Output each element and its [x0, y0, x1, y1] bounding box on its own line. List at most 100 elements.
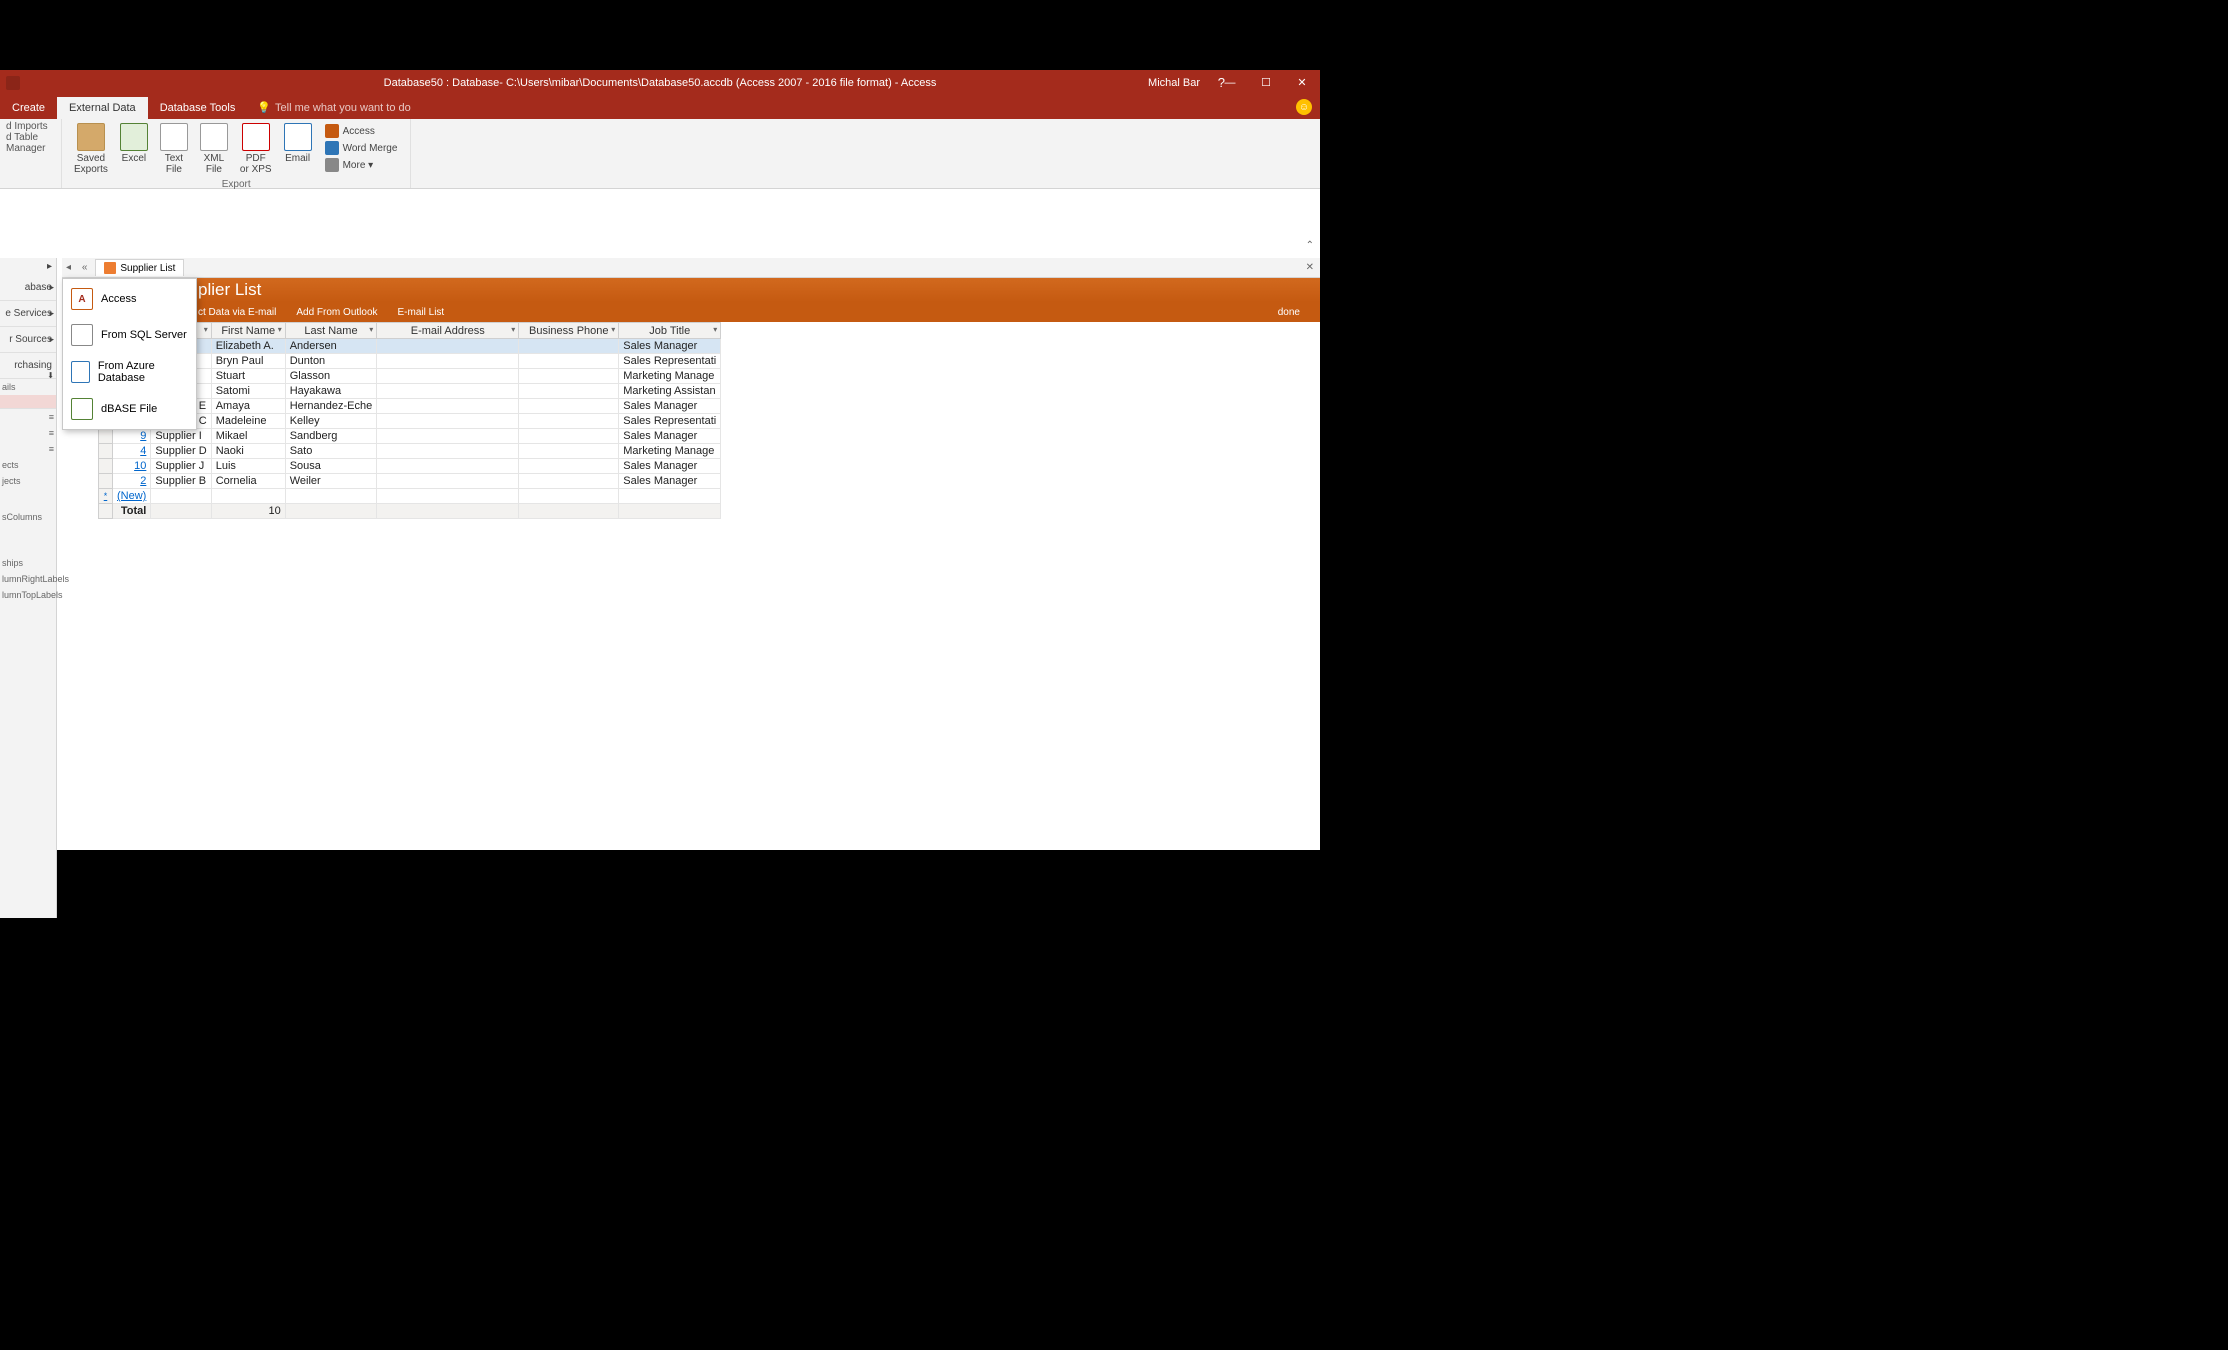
- cell-last-name[interactable]: Kelley: [285, 414, 377, 429]
- row-selector[interactable]: [99, 474, 113, 489]
- nav-item-selected[interactable]: [0, 395, 56, 409]
- cell-last-name[interactable]: Andersen: [285, 339, 377, 354]
- export-text-button[interactable]: Text File: [154, 121, 194, 177]
- cell-phone[interactable]: [519, 444, 619, 459]
- cell-job-title[interactable]: Marketing Manage: [619, 369, 721, 384]
- column-job-title[interactable]: Job Title▾: [619, 323, 721, 339]
- linked-table-manager-button[interactable]: d Table Manager: [6, 132, 55, 154]
- cell-email[interactable]: [377, 429, 519, 444]
- cell-job-title[interactable]: Sales Manager: [619, 339, 721, 354]
- export-excel-button[interactable]: Excel: [114, 121, 154, 177]
- maximize-button[interactable]: ☐: [1248, 70, 1284, 95]
- tab-external-data[interactable]: External Data: [57, 97, 148, 119]
- cell-id[interactable]: 9: [113, 429, 151, 444]
- table-row[interactable]: 9Supplier IMikaelSandbergSales Manager: [99, 429, 721, 444]
- email-list-link[interactable]: E-mail List: [398, 307, 445, 318]
- tab-database-tools[interactable]: Database Tools: [148, 97, 248, 119]
- nav-group-database[interactable]: abase▸: [0, 275, 56, 301]
- column-email[interactable]: E-mail Address▾: [377, 323, 519, 339]
- cell-email[interactable]: [377, 384, 519, 399]
- collapse-ribbon-icon[interactable]: ⌃: [1306, 240, 1314, 251]
- row-selector[interactable]: [99, 429, 113, 444]
- nav-item-toplabels[interactable]: lumnTopLabels: [0, 587, 56, 603]
- collect-data-link[interactable]: ct Data via E-mail: [198, 307, 276, 318]
- cell-last-name[interactable]: Sato: [285, 444, 377, 459]
- export-pdf-button[interactable]: PDF or XPS: [234, 121, 278, 177]
- column-last-name[interactable]: Last Name▾: [285, 323, 377, 339]
- nav-item-rightlabels[interactable]: lumnRightLabels: [0, 571, 56, 587]
- cell-id[interactable]: 2: [113, 474, 151, 489]
- username[interactable]: Michal Bar: [1148, 77, 1200, 89]
- new-record-row[interactable]: *(New): [99, 489, 721, 504]
- cell-first-name[interactable]: Naoki: [211, 444, 285, 459]
- word-merge-button[interactable]: Word Merge: [322, 140, 401, 156]
- cell-first-name[interactable]: Luis: [211, 459, 285, 474]
- cell-last-name[interactable]: Sandberg: [285, 429, 377, 444]
- cell-last-name[interactable]: Weiler: [285, 474, 377, 489]
- export-email-button[interactable]: Email: [278, 121, 318, 177]
- close-tab-icon[interactable]: ✕: [1306, 262, 1314, 273]
- cell-company[interactable]: Supplier J: [151, 459, 211, 474]
- cell-last-name[interactable]: Glasson: [285, 369, 377, 384]
- column-first-name[interactable]: First Name▾: [211, 323, 285, 339]
- cell-first-name[interactable]: Elizabeth A.: [211, 339, 285, 354]
- cell-email[interactable]: [377, 444, 519, 459]
- cell-first-name[interactable]: Amaya: [211, 399, 285, 414]
- export-xml-button[interactable]: XML File: [194, 121, 234, 177]
- cell-id[interactable]: 4: [113, 444, 151, 459]
- cell-phone[interactable]: [519, 474, 619, 489]
- column-business-phone[interactable]: Business Phone▾: [519, 323, 619, 339]
- cell-job-title[interactable]: Marketing Assistan: [619, 384, 721, 399]
- cell-email[interactable]: [377, 414, 519, 429]
- nav-expand-arrow-icon[interactable]: ▸: [47, 261, 52, 272]
- add-from-outlook-link[interactable]: Add From Outlook: [296, 307, 377, 318]
- cell-first-name[interactable]: Stuart: [211, 369, 285, 384]
- cell-last-name[interactable]: Hernandez-Eche: [285, 399, 377, 414]
- cell-company[interactable]: Supplier I: [151, 429, 211, 444]
- cell-job-title[interactable]: Marketing Manage: [619, 444, 721, 459]
- cell-last-name[interactable]: Dunton: [285, 354, 377, 369]
- cell-job-title[interactable]: Sales Representati: [619, 354, 721, 369]
- cell-first-name[interactable]: Bryn Paul: [211, 354, 285, 369]
- cell-email[interactable]: [377, 369, 519, 384]
- import-azure-item[interactable]: From Azure Database: [63, 353, 196, 391]
- import-dbase-item[interactable]: dBASE File: [63, 391, 196, 427]
- export-more-button[interactable]: More ▾: [322, 157, 401, 173]
- cell-phone[interactable]: [519, 384, 619, 399]
- cell-last-name[interactable]: Hayakawa: [285, 384, 377, 399]
- cell-job-title[interactable]: Sales Manager: [619, 459, 721, 474]
- cell-email[interactable]: [377, 339, 519, 354]
- minimize-button[interactable]: —: [1212, 70, 1248, 95]
- cell-phone[interactable]: [519, 354, 619, 369]
- cell-first-name[interactable]: Madeleine: [211, 414, 285, 429]
- tab-create[interactable]: Create: [0, 97, 57, 119]
- close-button[interactable]: ✕: [1284, 70, 1320, 95]
- done-link[interactable]: done: [1278, 307, 1300, 318]
- cell-first-name[interactable]: Cornelia: [211, 474, 285, 489]
- cell-job-title[interactable]: Sales Representati: [619, 414, 721, 429]
- tab-nav-back-icon[interactable]: ◂: [62, 262, 75, 273]
- export-access-button[interactable]: Access: [322, 123, 401, 139]
- cell-email[interactable]: [377, 354, 519, 369]
- system-menu-icon[interactable]: [6, 76, 20, 90]
- import-sql-item[interactable]: From SQL Server: [63, 317, 196, 353]
- row-selector[interactable]: [99, 444, 113, 459]
- cell-phone[interactable]: [519, 399, 619, 414]
- nav-item-details[interactable]: ails: [0, 379, 56, 395]
- cell-phone[interactable]: [519, 429, 619, 444]
- saved-imports-button[interactable]: d Imports: [6, 121, 55, 132]
- cell-first-name[interactable]: Mikael: [211, 429, 285, 444]
- cell-job-title[interactable]: Sales Manager: [619, 399, 721, 414]
- nav-item-columns[interactable]: sColumns: [0, 509, 56, 525]
- nav-item-projects1[interactable]: ects: [0, 457, 56, 473]
- import-access-item[interactable]: Access: [63, 281, 196, 317]
- tab-supplier-list[interactable]: Supplier List: [95, 259, 184, 276]
- cell-id[interactable]: 10: [113, 459, 151, 474]
- cell-email[interactable]: [377, 399, 519, 414]
- tell-me-search[interactable]: 💡 Tell me what you want to do: [247, 96, 420, 119]
- saved-exports-button[interactable]: Saved Exports: [68, 121, 114, 177]
- cell-email[interactable]: [377, 474, 519, 489]
- cell-company[interactable]: Supplier B: [151, 474, 211, 489]
- row-selector[interactable]: [99, 459, 113, 474]
- new-record-link[interactable]: (New): [113, 489, 151, 504]
